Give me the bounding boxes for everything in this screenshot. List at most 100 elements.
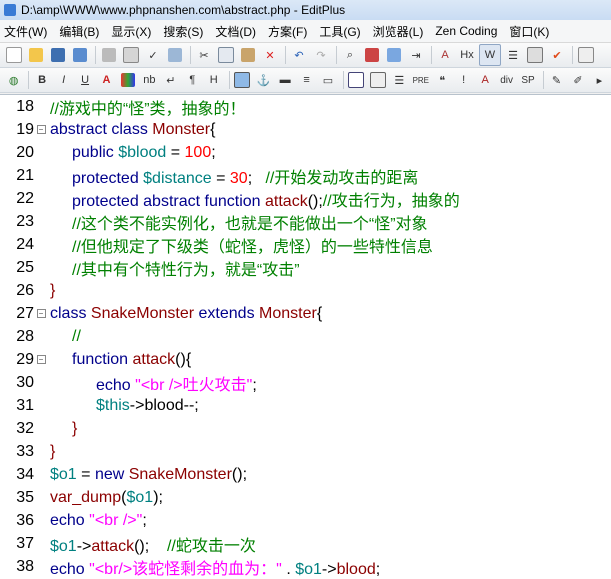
code-line[interactable]: 35 var_dump($o1);: [0, 486, 611, 509]
font-icon[interactable]: A: [435, 45, 455, 65]
redo-icon[interactable]: ↷: [311, 45, 331, 65]
replace-icon[interactable]: [362, 45, 382, 65]
line-number: 19: [16, 120, 34, 138]
toolbar-divider: [228, 71, 230, 89]
code-line[interactable]: 23 //这个类不能实例化，也就是不能做出一个“怪”对象: [0, 210, 611, 233]
text-a-icon[interactable]: A: [475, 70, 494, 90]
code-token: (){: [175, 350, 192, 368]
horizontal-rule-icon[interactable]: ▬: [275, 70, 294, 90]
anchor-icon[interactable]: ⚓: [254, 70, 273, 90]
code-line[interactable]: 26}: [0, 279, 611, 302]
fold-toggle[interactable]: −: [34, 309, 48, 318]
code-token: ();: [231, 465, 248, 483]
menu-view[interactable]: 显示(X): [105, 23, 157, 40]
spellcheck-icon[interactable]: ✓: [143, 45, 163, 65]
new-file-icon[interactable]: [4, 45, 24, 65]
code-editor[interactable]: 18//游戏中的“怪”类，抽象的！ 19− abstract class Monst…: [0, 94, 611, 579]
code-line[interactable]: 38 echo "<br/>该蛇怪剩余的血为：" . $o1->blood;: [0, 555, 611, 578]
fold-minus-icon[interactable]: −: [36, 125, 46, 134]
code-text: echo "<br />吐火攻击";: [48, 371, 257, 395]
code-line[interactable]: 29− function attack(){: [0, 348, 611, 371]
print-preview-icon[interactable]: [121, 45, 141, 65]
fold-toggle[interactable]: −: [34, 125, 48, 134]
menu-tools[interactable]: 工具(G): [313, 23, 366, 40]
line-break-icon[interactable]: ↵: [161, 70, 180, 90]
menu-file[interactable]: 文件(W): [0, 23, 53, 40]
comment-icon[interactable]: !: [454, 70, 473, 90]
code-line[interactable]: 31 $this->blood--;: [0, 394, 611, 417]
paste-icon[interactable]: [238, 45, 258, 65]
form-icon[interactable]: [368, 70, 387, 90]
code-text: //但他规定了下级类（蛇怪，虎怪）的一些特性信息: [48, 233, 433, 257]
code-line[interactable]: 20 public $blood = 100;: [0, 141, 611, 164]
pre-tag-icon[interactable]: PRE: [411, 70, 430, 90]
undo-icon[interactable]: ↶: [289, 45, 309, 65]
clip-icon[interactable]: ✐: [568, 70, 587, 90]
fold-minus-icon[interactable]: −: [36, 309, 46, 318]
menu-window[interactable]: 窗口(K): [503, 23, 555, 40]
code-line[interactable]: 30 echo "<br />吐火攻击";: [0, 371, 611, 394]
edit-icon[interactable]: ✎: [547, 70, 566, 90]
code-line[interactable]: 18 //游戏中的“怪”类，抽象的！: [0, 95, 611, 118]
list-icon[interactable]: ☰: [390, 70, 409, 90]
code-line[interactable]: 28 //: [0, 325, 611, 348]
ruler-icon[interactable]: ☰: [503, 45, 523, 65]
code-line[interactable]: 27− class SnakeMonster extends Monster{: [0, 302, 611, 325]
code-line[interactable]: 21 protected $distance = 30; //开始发动攻击的距离: [0, 164, 611, 187]
line-number: 33: [16, 442, 34, 460]
code-line[interactable]: 34 $o1 = new SnakeMonster();: [0, 463, 611, 486]
menu-edit[interactable]: 编辑(B): [53, 23, 105, 40]
toolbar-extra-icon[interactable]: ▸: [590, 70, 609, 90]
image-icon[interactable]: [232, 70, 251, 90]
underline-icon[interactable]: U: [75, 70, 94, 90]
cut-icon[interactable]: ✂: [194, 45, 214, 65]
blockquote-icon[interactable]: ❝: [433, 70, 452, 90]
font-color-icon[interactable]: A: [97, 70, 116, 90]
pre-icon[interactable]: ▭: [318, 70, 337, 90]
properties-icon[interactable]: [165, 45, 185, 65]
bold-icon[interactable]: B: [32, 70, 51, 90]
italic-icon[interactable]: I: [54, 70, 73, 90]
save-all-icon[interactable]: [70, 45, 90, 65]
copy-icon[interactable]: [216, 45, 236, 65]
word-wrap-icon[interactable]: W: [479, 44, 501, 66]
menu-search[interactable]: 搜索(S): [157, 23, 209, 40]
nbsp-icon[interactable]: nb: [140, 70, 159, 90]
code-line[interactable]: 25 //其中有个特性行为，就是“攻击”: [0, 256, 611, 279]
code-line[interactable]: 19− abstract class Monster{: [0, 118, 611, 141]
heading-icon[interactable]: H: [204, 70, 223, 90]
code-line[interactable]: 37 $o1->attack(); //蛇攻击一次: [0, 532, 611, 555]
menu-document[interactable]: 文档(D): [209, 23, 262, 40]
open-folder-icon[interactable]: [26, 45, 46, 65]
find-in-files-icon[interactable]: [384, 45, 404, 65]
color-picker-icon[interactable]: [118, 70, 137, 90]
menu-browser[interactable]: 浏览器(L): [367, 23, 430, 40]
find-icon[interactable]: ⌕: [340, 45, 360, 65]
hex-view-icon[interactable]: Hx: [457, 45, 477, 65]
delete-icon[interactable]: ✕: [260, 45, 280, 65]
line-number: 29: [16, 350, 34, 368]
span-icon[interactable]: SP: [518, 70, 537, 90]
center-icon[interactable]: ≡: [297, 70, 316, 90]
table-icon[interactable]: [347, 70, 366, 90]
goto-line-icon[interactable]: ⇥: [406, 45, 426, 65]
code-line[interactable]: 33}: [0, 440, 611, 463]
fold-toggle[interactable]: −: [34, 355, 48, 364]
check-icon[interactable]: ✔: [547, 45, 567, 65]
paragraph-icon[interactable]: ¶: [183, 70, 202, 90]
browser-preview-icon[interactable]: ◍: [4, 70, 23, 90]
window-list-icon[interactable]: [576, 45, 596, 65]
div-icon[interactable]: div: [497, 70, 516, 90]
code-line[interactable]: 24 //但他规定了下级类（蛇怪，虎怪）的一些特性信息: [0, 233, 611, 256]
menu-zen-coding[interactable]: Zen Coding: [429, 24, 503, 38]
code-line[interactable]: 22 protected abstract function attack();/…: [0, 187, 611, 210]
save-icon[interactable]: [48, 45, 68, 65]
menu-project[interactable]: 方案(F): [262, 23, 313, 40]
print-icon[interactable]: [99, 45, 119, 65]
code-token: abstract class: [50, 120, 153, 138]
code-line[interactable]: 36 echo "<br />";: [0, 509, 611, 532]
code-text: //其中有个特性行为，就是“攻击”: [48, 256, 300, 280]
column-select-icon[interactable]: [525, 45, 545, 65]
code-line[interactable]: 32}: [0, 417, 611, 440]
fold-minus-icon[interactable]: −: [36, 355, 46, 364]
